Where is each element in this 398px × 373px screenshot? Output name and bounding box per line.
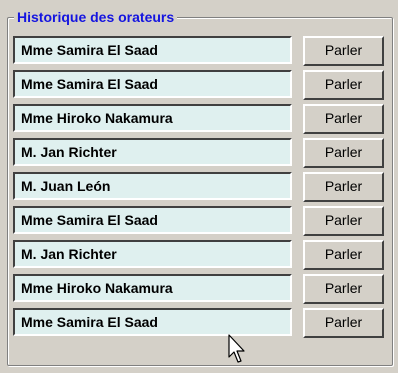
speaker-row: Mme Samira El Saad Parler: [13, 206, 385, 240]
speak-button[interactable]: Parler: [303, 104, 384, 134]
speaker-name-field: Mme Samira El Saad: [13, 206, 292, 234]
speaker-row: M. Jan Richter Parler: [13, 138, 385, 172]
arrow-cursor-icon: [228, 334, 245, 363]
speaker-name-field: M. Jan Richter: [13, 138, 292, 166]
speaker-row: Mme Samira El Saad Parler: [13, 308, 385, 342]
group-title: Historique des orateurs: [14, 10, 178, 25]
speaker-name-field: Mme Samira El Saad: [13, 36, 292, 64]
speak-button[interactable]: Parler: [303, 70, 384, 100]
speaker-row: Mme Hiroko Nakamura Parler: [13, 104, 385, 138]
speak-button[interactable]: Parler: [303, 206, 384, 236]
speaker-name-field: Mme Hiroko Nakamura: [13, 104, 292, 132]
speak-button[interactable]: Parler: [303, 138, 384, 168]
speaker-name-field: Mme Hiroko Nakamura: [13, 274, 292, 302]
speak-button[interactable]: Parler: [303, 172, 384, 202]
speaker-name-field: Mme Samira El Saad: [13, 308, 292, 336]
speaker-list: Mme Samira El Saad Parler Mme Samira El …: [13, 36, 385, 342]
speak-button[interactable]: Parler: [303, 36, 384, 66]
speaker-row: M. Jan Richter Parler: [13, 240, 385, 274]
speak-button[interactable]: Parler: [303, 308, 384, 338]
speaker-row: M. Juan León Parler: [13, 172, 385, 206]
speaker-row: Mme Samira El Saad Parler: [13, 36, 385, 70]
speaker-row: Mme Samira El Saad Parler: [13, 70, 385, 104]
speak-button[interactable]: Parler: [303, 274, 384, 304]
speaker-name-field: Mme Samira El Saad: [13, 70, 292, 98]
speaker-row: Mme Hiroko Nakamura Parler: [13, 274, 385, 308]
speaker-name-field: M. Jan Richter: [13, 240, 292, 268]
speak-button[interactable]: Parler: [303, 240, 384, 270]
speaker-name-field: M. Juan León: [13, 172, 292, 200]
